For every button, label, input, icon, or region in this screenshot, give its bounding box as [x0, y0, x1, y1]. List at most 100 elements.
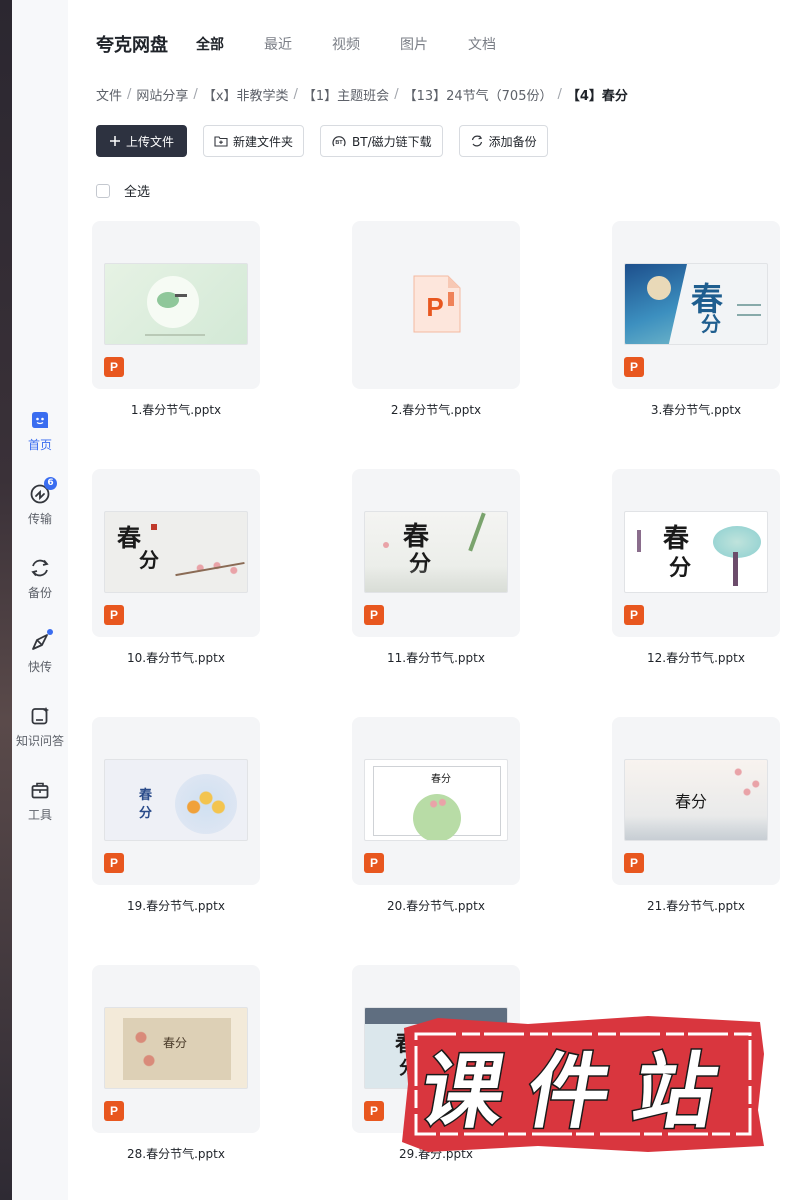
file-name: 3.春分节气.pptx [650, 403, 742, 417]
upload-button[interactable]: 上传文件 [96, 125, 188, 157]
desktop-edge-strip [0, 0, 12, 1200]
slide-tree-trunk [733, 552, 738, 586]
add-backup-button[interactable]: 添加备份 [458, 125, 548, 157]
breadcrumb-item[interactable]: 网站分享 [136, 85, 188, 104]
slide-preview: 春 分 [104, 511, 248, 593]
sidebar: 首页 6 传输 备份 快传 知识问答 工具 [12, 0, 68, 1200]
sidebar-item-quick-send[interactable]: 快传 [12, 629, 68, 687]
svg-text:件: 件 [520, 1045, 619, 1140]
backup-icon [29, 557, 51, 579]
tools-icon [29, 779, 51, 801]
file-thumbnail: P [352, 221, 520, 389]
file-name: 20.春分节气.pptx [387, 899, 485, 913]
breadcrumb-item[interactable]: 【1】主题班会 [303, 85, 389, 104]
ppt-file-icon: P [624, 605, 644, 625]
app-brand: 夸克网盘 [96, 35, 168, 56]
file-card[interactable]: 春分 P 20.春分节气.pptx [352, 717, 520, 914]
file-card[interactable]: 春 分 P 10.春分节气.pptx [92, 469, 260, 666]
file-thumbnail: P [92, 221, 260, 389]
quick-send-icon [29, 629, 53, 653]
file-type-tabs: 全部 最近 视频 图片 文档 [196, 34, 536, 54]
slide-line [145, 334, 205, 336]
ppt-document-icon: P [410, 274, 462, 334]
breadcrumb-separator: / [293, 87, 298, 102]
new-folder-button-label: 新建文件夹 [233, 134, 294, 149]
new-folder-button[interactable]: 新建文件夹 [203, 125, 305, 157]
slide-title-text: 春分 [163, 1036, 188, 1050]
tab-image[interactable]: 图片 [400, 34, 428, 54]
slide-title-text: 春分 [675, 792, 708, 811]
ppt-file-icon: P [104, 1101, 124, 1121]
slide-bamboo [468, 512, 486, 552]
slide-mountains [365, 566, 507, 592]
slide-flower [647, 276, 671, 300]
bt-download-button[interactable]: BT BT/磁力链下载 [320, 125, 443, 157]
file-thumbnail: 春 分 P [352, 469, 520, 637]
sync-icon [470, 134, 484, 148]
slide-preview: 春 分 [624, 263, 768, 345]
file-thumbnail: 春分 P [612, 717, 780, 885]
slide-preview [104, 263, 248, 345]
breadcrumb-item[interactable]: 【13】24节气（705份） [404, 85, 553, 104]
tab-all[interactable]: 全部 [196, 34, 224, 54]
breadcrumb-item[interactable]: 【x】非教学类 [203, 85, 289, 104]
slide-blossoms [427, 796, 449, 812]
file-card[interactable]: 春分 P 21.春分节气.pptx [612, 717, 780, 914]
select-all-label: 全选 [124, 185, 151, 200]
bt-magnet-icon: BT [331, 134, 347, 148]
file-card[interactable]: 春 分 P 19.春分节气.pptx [92, 717, 260, 914]
ppt-file-icon: P [104, 605, 124, 625]
slide-preview: 春分 [104, 1007, 248, 1089]
slide-preview: 春 分 [364, 511, 508, 593]
ppt-file-icon: P [624, 853, 644, 873]
ppt-file-icon: P [104, 853, 124, 873]
slide-text-lines [737, 304, 761, 316]
file-card[interactable]: 春 分 P 3.春分节气.pptx [612, 221, 780, 418]
file-card[interactable]: 春 分 P 12.春分节气.pptx [612, 469, 780, 666]
sidebar-label-home: 首页 [27, 438, 52, 452]
sidebar-item-backup[interactable]: 备份 [12, 557, 68, 613]
plus-icon [109, 135, 121, 147]
knowledge-qa-icon [29, 705, 51, 727]
slide-title-char: 春 [117, 523, 141, 552]
file-card[interactable]: P 2.春分节气.pptx [352, 221, 520, 418]
file-name: 21.春分节气.pptx [647, 899, 745, 913]
select-all-checkbox[interactable] [96, 183, 110, 198]
transfer-badge: 6 [44, 477, 57, 490]
tab-video[interactable]: 视频 [332, 34, 360, 54]
file-name: 1.春分节气.pptx [130, 403, 222, 417]
slide-title-mark [175, 294, 187, 297]
slide-flowers [175, 774, 237, 834]
tab-recent[interactable]: 最近 [264, 34, 292, 54]
slide-title-char: 分 [701, 312, 721, 336]
file-card[interactable]: 春 分 P 11.春分节气.pptx [352, 469, 520, 666]
folder-plus-icon [214, 135, 228, 147]
file-name: 10.春分节气.pptx [127, 651, 225, 665]
svg-text:课: 课 [414, 1045, 513, 1140]
slide-accent-bar [637, 530, 641, 552]
sidebar-label-quick-send: 快传 [27, 660, 52, 674]
slide-title-char: 分 [139, 806, 153, 821]
file-thumbnail: 春 分 P [92, 469, 260, 637]
breadcrumb-item[interactable]: 文件 [96, 85, 122, 104]
sidebar-item-transfer[interactable]: 6 传输 [12, 477, 68, 539]
breadcrumb-separator: / [127, 87, 132, 102]
tab-document[interactable]: 文档 [468, 34, 496, 54]
sidebar-item-knowledge-qa[interactable]: 知识问答 [12, 705, 68, 761]
transfer-icon: 6 [29, 477, 57, 505]
slide-title-text: 春分 [431, 774, 451, 785]
sidebar-item-home[interactable]: 首页 [12, 409, 68, 465]
ppt-file-icon: P [364, 853, 384, 873]
slide-preview: 春分 [364, 759, 508, 841]
upload-button-label: 上传文件 [126, 134, 175, 149]
file-name: 28.春分节气.pptx [127, 1147, 225, 1161]
slide-blossom [383, 542, 389, 548]
svg-text:P: P [426, 292, 443, 322]
slide-preview: 春分 [624, 759, 768, 841]
file-card[interactable]: 春分 P 28.春分节气.pptx [92, 965, 260, 1162]
breadcrumb-separator: / [557, 87, 562, 102]
sidebar-item-tools[interactable]: 工具 [12, 779, 68, 835]
breadcrumb-separator: / [193, 87, 198, 102]
file-name: 11.春分节气.pptx [387, 651, 485, 665]
file-card[interactable]: P 1.春分节气.pptx [92, 221, 260, 418]
